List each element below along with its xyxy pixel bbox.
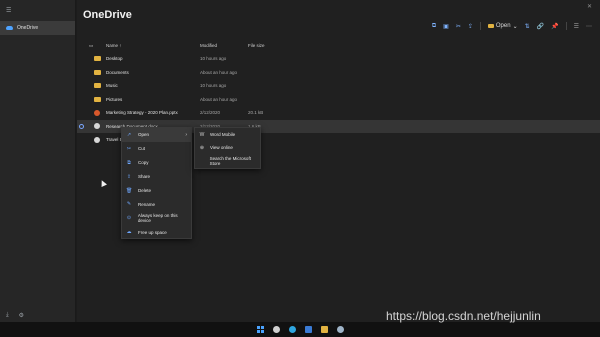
edge-icon[interactable] [288, 326, 296, 333]
submenu-label: View online [210, 145, 233, 151]
share-icon[interactable]: ⇪ [468, 23, 473, 30]
submenu-search-store[interactable]: Search the Microsoft Store [195, 155, 260, 168]
copy-icon: ⧉ [127, 159, 131, 166]
folder-icon [94, 96, 101, 102]
chevron-right-icon: › [185, 131, 187, 138]
cut-icon: ✂ [126, 145, 132, 152]
explorer-icon[interactable] [320, 326, 328, 333]
file-row-music[interactable]: Music 10 hours ago [77, 79, 600, 93]
menu-icon[interactable]: ☰ [6, 7, 12, 14]
file-modified: About an hour ago [200, 96, 238, 102]
context-menu-label: Always keep on this device [137, 213, 178, 224]
chevron-down-icon: ⌄ [512, 23, 518, 30]
powerpoint-file-icon [94, 109, 100, 116]
onedrive-icon[interactable] [336, 326, 344, 333]
folder-icon [487, 24, 494, 28]
submenu-word-mobile[interactable]: W Word Mobile [195, 128, 260, 141]
sidebar-item-onedrive[interactable]: OneDrive [0, 21, 75, 35]
file-name: Pictures [106, 96, 123, 102]
open-icon: ↗ [126, 131, 132, 138]
context-menu-label: Cut [138, 146, 146, 152]
select-all-checkbox[interactable]: ▭ [89, 43, 93, 49]
download-icon[interactable]: ⤓ [6, 312, 9, 319]
windows-start-icon[interactable] [256, 326, 264, 333]
context-menu-share[interactable]: ⇪ Share [122, 170, 191, 184]
globe-icon: ⊕ [199, 144, 205, 151]
search-icon[interactable] [272, 326, 280, 333]
submenu-label: Word Mobile [210, 132, 236, 138]
word-file-icon [94, 123, 100, 129]
sidebar: ☰ OneDrive ⤓ ⚙ [0, 0, 76, 322]
rename-icon: ✎ [126, 201, 132, 208]
copy-icon[interactable]: ⧉ [432, 23, 436, 30]
open-submenu: W Word Mobile ⊕ View online Search the M… [194, 127, 261, 169]
word-file-icon [94, 136, 100, 143]
file-modified: 10 hours ago [200, 83, 227, 88]
file-name: Documents [106, 69, 129, 75]
cut-icon[interactable]: ✂ [456, 23, 461, 30]
folder-icon [94, 83, 101, 88]
toolbar-divider [479, 22, 481, 30]
context-menu-rename[interactable]: ✎ Rename [122, 197, 191, 211]
submenu-label: Search the Microsoft Store [209, 156, 251, 167]
page-title: OneDrive [83, 9, 132, 21]
column-header-size[interactable]: File size [248, 43, 265, 48]
file-row-marketing-strategy[interactable]: Marketing Strategy - 2020 Plan.pptx 2/12… [77, 106, 600, 120]
file-name: Desktop [106, 56, 123, 61]
context-menu-always-keep[interactable]: ⊙ Always keep on this device [122, 211, 191, 225]
close-icon[interactable]: ✕ [587, 3, 592, 10]
file-row-documents[interactable]: Documents About an hour ago [77, 66, 600, 80]
sidebar-footer: ⤓ ⚙ [0, 308, 76, 322]
open-button-label: Open [495, 23, 511, 29]
word-icon: W [199, 131, 205, 138]
column-header-name[interactable]: Name ↑ [106, 43, 122, 48]
file-row-pictures[interactable]: Pictures About an hour ago [77, 93, 600, 107]
link-icon[interactable]: 🔗 [537, 23, 544, 30]
open-button[interactable]: Open ⌄ [487, 23, 518, 30]
taskbar [0, 322, 600, 337]
context-menu-cut[interactable]: ✂ Cut [122, 142, 191, 156]
cloud-icon: ☁ [126, 229, 132, 236]
file-name: Music [106, 83, 118, 88]
file-modified: About an hour ago [200, 69, 238, 75]
context-menu-label: Rename [138, 201, 156, 207]
sort-icon[interactable]: ⇅ [525, 23, 530, 30]
toolbar-divider [565, 22, 567, 30]
folder-icon [94, 56, 101, 61]
file-modified: 10 hours ago [200, 56, 227, 61]
file-row-desktop[interactable]: Desktop 10 hours ago [77, 52, 600, 66]
paste-icon[interactable]: ▣ [443, 23, 449, 30]
folder-icon [94, 69, 101, 75]
sidebar-header: ☰ [0, 0, 75, 21]
settings-icon[interactable]: ⚙ [19, 312, 24, 319]
column-header-modified[interactable]: Modified [200, 43, 217, 48]
cloud-icon [6, 26, 13, 30]
pin-icon: ⊙ [126, 215, 132, 222]
more-icon[interactable]: ⋯ [586, 23, 592, 30]
file-modified: 2/12/2020 [200, 110, 221, 115]
file-size: 20.1 kB [248, 110, 264, 115]
toolbar: ⧉ ▣ ✂ ⇪ Open ⌄ ⇅ 🔗 📌 ☰ ⋯ [432, 22, 592, 30]
view-icon[interactable]: ☰ [574, 23, 579, 30]
context-menu-label: Share [138, 174, 151, 180]
context-menu-label: Open [138, 132, 150, 138]
row-checkbox[interactable] [79, 123, 84, 129]
share-icon: ⇪ [126, 173, 132, 180]
pin-icon[interactable]: 📌 [551, 23, 558, 30]
context-menu-label: Copy [138, 160, 149, 166]
delete-icon: 🗑 [126, 187, 133, 194]
submenu-view-online[interactable]: ⊕ View online [195, 141, 260, 154]
context-menu: ↗ Open › ✂ Cut ⧉ Copy ⇪ Share 🗑 Delete ✎… [121, 127, 192, 239]
column-headers: ▭ Name ↑ Modified File size [89, 42, 589, 52]
store-icon[interactable] [304, 326, 312, 333]
sidebar-item-label: OneDrive [17, 25, 39, 31]
watermark: https://blog.csdn.net/hejjunlin [386, 309, 541, 323]
context-menu-label: Free up space [138, 229, 167, 235]
context-menu-delete[interactable]: 🗑 Delete [122, 184, 191, 198]
context-menu-free-up-space[interactable]: ☁ Free up space [122, 225, 191, 239]
context-menu-label: Delete [138, 188, 152, 193]
context-menu-open[interactable]: ↗ Open › [122, 128, 191, 142]
file-name: Marketing Strategy - 2020 Plan.pptx [106, 110, 178, 115]
context-menu-copy[interactable]: ⧉ Copy [122, 156, 191, 170]
